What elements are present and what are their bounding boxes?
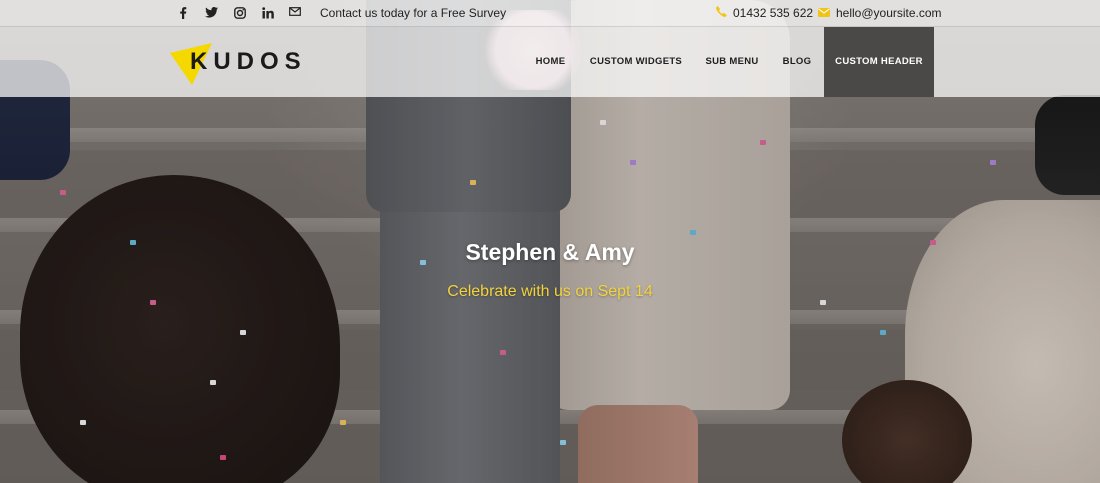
site-logo[interactable]: KUDOS — [170, 41, 310, 85]
linkedin-icon[interactable] — [262, 0, 276, 27]
mail-icon[interactable] — [289, 0, 303, 27]
email-contact[interactable]: hello@yoursite.com — [818, 0, 942, 27]
top-bar: Contact us today for a Free Survey 01432… — [0, 0, 1100, 27]
nav-blog[interactable]: BLOG — [777, 27, 817, 97]
envelope-icon — [818, 0, 830, 27]
nav-custom-header[interactable]: CUSTOM HEADER — [824, 27, 934, 97]
phone-number: 01432 535 622 — [733, 6, 814, 20]
main-navigation: KUDOS HOME CUSTOM WIDGETS SUB MENU BLOG … — [0, 27, 1100, 97]
nav-sub-menu[interactable]: SUB MENU — [699, 27, 765, 97]
logo-text: KUDOS — [190, 48, 307, 75]
nav-home[interactable]: HOME — [528, 27, 573, 97]
email-address: hello@yoursite.com — [836, 6, 942, 20]
phone-contact[interactable]: 01432 535 622 — [716, 0, 813, 27]
twitter-icon[interactable] — [205, 0, 221, 27]
hero-subtitle: Celebrate with us on Sept 14 — [447, 283, 653, 300]
phone-icon — [716, 0, 727, 27]
topbar-tagline: Contact us today for a Free Survey — [320, 6, 507, 20]
nav-custom-widgets[interactable]: CUSTOM WIDGETS — [586, 27, 686, 97]
hero-title: Stephen & Amy — [465, 239, 635, 265]
facebook-icon[interactable] — [178, 0, 192, 27]
instagram-icon[interactable] — [234, 0, 248, 27]
